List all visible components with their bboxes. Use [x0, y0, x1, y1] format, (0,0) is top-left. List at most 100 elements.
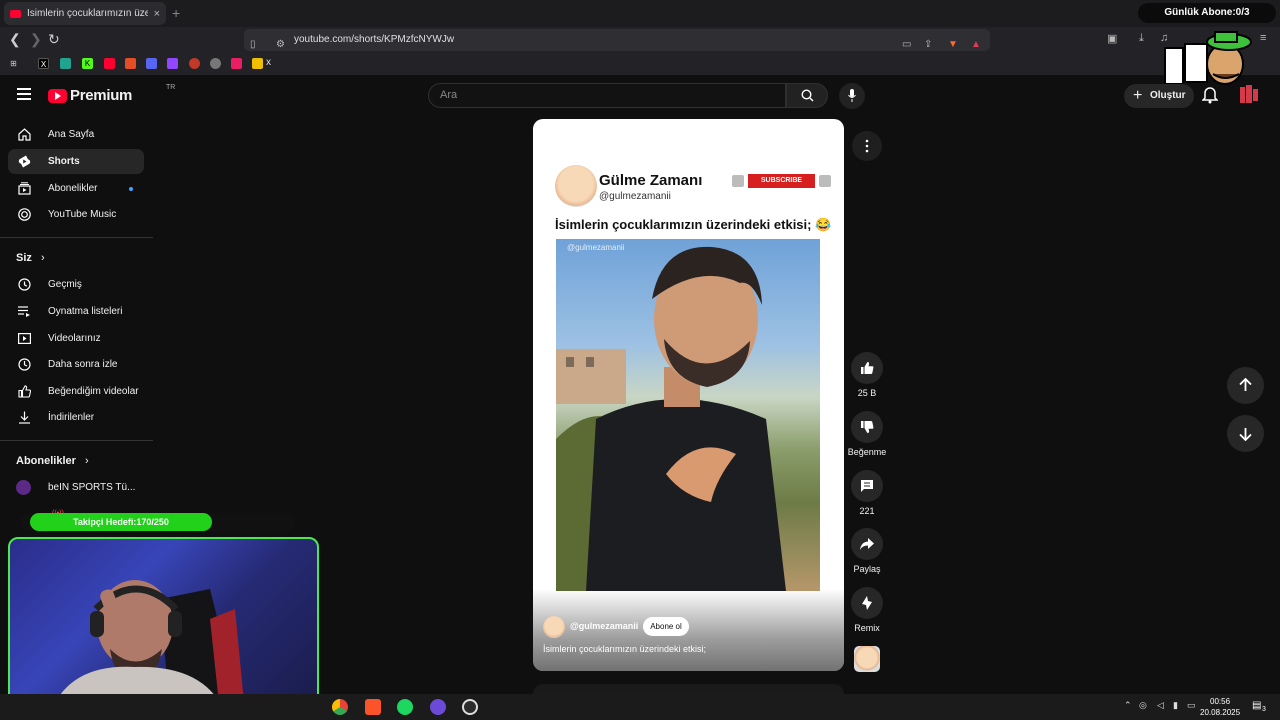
menu-icon[interactable]: ≡	[1260, 32, 1266, 44]
search-button[interactable]	[786, 83, 828, 108]
follower-goal-bar: Takipçi Hedefi:170/250	[30, 513, 212, 531]
notification-count: 3	[1262, 706, 1266, 713]
back-icon[interactable]: ❮	[9, 31, 21, 48]
chrome-taskbar-icon[interactable]	[332, 699, 348, 715]
sidebar-item-downloads[interactable]: İndirilenler	[8, 405, 144, 430]
subscribe-graphic: SUBSCRIBE	[748, 174, 815, 188]
sidebar-item-subscriptions[interactable]: Abonelikler	[8, 176, 144, 201]
browser-tab[interactable]: İsimlerin çocuklarımızın üzerind ×	[4, 2, 166, 25]
kick-bookmark-icon[interactable]: K	[82, 58, 93, 69]
address-bar[interactable]: ▯ ⚙ youtube.com/shorts/KPMzfcNYWJw ▭ ⇪ ▼…	[244, 29, 990, 51]
channel-name: Gülme Zamanı	[599, 172, 703, 189]
volume-icon[interactable]: ◁	[1157, 700, 1164, 711]
sidebar-item-liked-videos[interactable]: Beğendiğim videolar	[8, 379, 144, 404]
guide-menu-icon[interactable]	[17, 88, 31, 103]
twitch-bookmark-icon[interactable]	[167, 58, 178, 69]
comments-button[interactable]	[851, 470, 883, 502]
cast-icon[interactable]: ▭	[902, 34, 914, 50]
forward-icon[interactable]: ❯	[30, 31, 42, 48]
network-icon[interactable]: ▭	[1187, 700, 1196, 711]
account-avatar[interactable]	[1240, 85, 1258, 105]
sidebar-item-home[interactable]: Ana Sayfa	[8, 122, 144, 147]
you-heading-label: Siz	[16, 252, 32, 264]
remix-label: Remix	[854, 623, 880, 633]
spotify-taskbar-icon[interactable]	[397, 699, 413, 715]
bookmark-icon[interactable]: ▯	[250, 34, 262, 50]
taskbar-clock[interactable]: 00:56 20.08.2025	[1200, 696, 1240, 718]
overlay-caption[interactable]: İsimlerin çocuklarımızın üzerindeki etki…	[543, 644, 706, 654]
microphone-tray-icon[interactable]: ▮	[1173, 700, 1178, 711]
sidebar-item-history[interactable]: Geçmiş	[8, 272, 144, 297]
previous-short-button[interactable]	[1227, 367, 1264, 404]
you-section-heading[interactable]: Siz ›	[16, 252, 45, 264]
bookmark-pink-icon[interactable]	[231, 58, 242, 69]
subscriptions-icon	[18, 182, 31, 195]
sidebar-item-label: İndirilenler	[48, 412, 95, 423]
app-taskbar-icon[interactable]	[430, 699, 446, 715]
sidebar-item-your-videos[interactable]: Videolarınız	[8, 326, 144, 351]
new-tab-button[interactable]: +	[172, 5, 180, 21]
sidebar-item-channel[interactable]: beIN SPORTS Tü... ((•))	[8, 475, 144, 517]
subscriptions-section-heading[interactable]: Abonelikler ›	[16, 455, 89, 467]
sidebar-item-playlists[interactable]: Oynatma listeleri	[8, 299, 144, 324]
sidebar-item-shorts[interactable]: Shorts	[8, 149, 144, 174]
search-input[interactable]: Ara	[428, 83, 786, 108]
watch-later-icon	[18, 358, 31, 371]
clock-date: 20.08.2025	[1200, 708, 1241, 717]
more-options-button[interactable]	[852, 131, 882, 161]
search-icon	[801, 89, 814, 102]
bookmark-teal-icon[interactable]	[60, 58, 71, 69]
overlay-channel-handle[interactable]: @gulmezamanii	[570, 621, 638, 631]
browser-nav-bar: ❮ ❯ ↻ ▯ ⚙ youtube.com/shorts/KPMzfcNYWJw…	[0, 27, 1280, 53]
arrow-up-icon	[1239, 378, 1252, 391]
sidebar-toggle-icon[interactable]: ▣	[1107, 32, 1117, 45]
clock-time: 00:56	[1210, 697, 1231, 706]
youtube-premium-logo[interactable]: Premium TR	[48, 84, 175, 104]
shorts-player[interactable]: Gülme Zamanı @gulmezamanii SUBSCRIBE İsi…	[533, 119, 844, 671]
brave-taskbar-icon[interactable]	[365, 699, 381, 715]
chatgpt-bookmark-icon[interactable]	[210, 58, 221, 69]
folder-icon[interactable]	[252, 58, 263, 69]
share-button[interactable]	[851, 528, 883, 560]
bookmark-red-icon[interactable]	[189, 58, 200, 69]
tray-chevron-icon[interactable]: ⌃	[1124, 700, 1132, 711]
sidebar-item-youtube-music[interactable]: YouTube Music	[8, 202, 144, 227]
more-vert-icon	[865, 139, 869, 153]
bookmark-colorful-icon[interactable]	[125, 58, 136, 69]
notifications-bell-icon[interactable]	[1202, 86, 1218, 104]
next-short-button[interactable]	[1227, 415, 1264, 452]
browser-tab-bar: İsimlerin çocuklarımızın üzerind × + Gün…	[0, 0, 1280, 27]
share-icon[interactable]: ⇪	[924, 34, 936, 50]
create-label: Oluştur	[1150, 90, 1186, 101]
audio-device-icon[interactable]: ◎	[1139, 700, 1147, 711]
microphone-icon	[848, 89, 856, 102]
brave-shields-icon[interactable]: ▼	[948, 34, 960, 50]
sound-source-thumbnail[interactable]	[854, 646, 880, 672]
voice-search-button[interactable]	[839, 83, 865, 109]
x-bookmark-icon[interactable]: X	[38, 58, 49, 69]
sidebar-divider	[0, 440, 153, 441]
windows-taskbar: ⌃ ◎ ◁ ▮ ▭ ▤ 3	[0, 694, 1280, 720]
dislike-button[interactable]	[851, 411, 883, 443]
obs-taskbar-icon[interactable]	[462, 699, 478, 715]
youtube-bookmark-icon[interactable]	[104, 58, 115, 69]
discord-bookmark-icon[interactable]	[146, 58, 157, 69]
apps-icon[interactable]: ⊞	[8, 58, 19, 69]
downloads-toolbar-icon[interactable]: ⤓	[1139, 32, 1144, 45]
remix-button[interactable]	[851, 587, 883, 619]
tab-close-button[interactable]: ×	[154, 8, 160, 20]
bookmark-folder-label[interactable]: x	[266, 57, 271, 68]
sidebar-item-watch-later[interactable]: Daha sonra izle	[8, 352, 144, 377]
site-settings-icon[interactable]: ⚙	[276, 34, 288, 50]
like-button[interactable]	[851, 352, 883, 384]
share-arrow-icon	[860, 538, 874, 550]
subscribe-button[interactable]: Abone ol	[643, 617, 689, 636]
overlay-channel-avatar[interactable]	[543, 616, 565, 638]
bookmarks-bar: ⊞ X K x	[0, 53, 1280, 75]
webcam-person-illustration	[51, 580, 245, 709]
comment-icon	[861, 480, 873, 492]
notification-center-icon[interactable]: ▤	[1252, 700, 1261, 711]
create-button[interactable]: + Oluştur	[1124, 84, 1194, 108]
reload-icon[interactable]: ↻	[48, 31, 60, 48]
brave-rewards-icon[interactable]: ▲	[971, 34, 983, 50]
